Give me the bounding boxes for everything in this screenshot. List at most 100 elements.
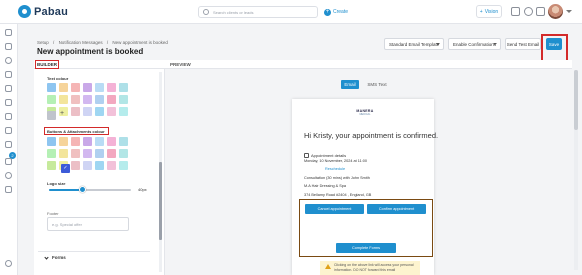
builder-section-label[interactable]: BUILDER <box>35 60 59 69</box>
cancel-appointment-button[interactable]: Cancel appointment <box>305 204 364 214</box>
button-colour-swatch[interactable] <box>83 161 92 170</box>
tab-email[interactable]: Email <box>341 80 359 89</box>
button-colour-swatch[interactable] <box>71 137 80 146</box>
text-colour-swatch[interactable] <box>119 95 128 104</box>
notification-bell-icon[interactable] <box>524 7 533 16</box>
button-colour-swatch[interactable] <box>47 137 56 146</box>
button-colour-swatch[interactable] <box>59 137 68 146</box>
button-colour-swatch[interactable] <box>95 149 104 158</box>
send-test-email-button[interactable]: Send Test Email <box>505 38 541 50</box>
template-select[interactable]: Standard Email Template <box>384 38 444 50</box>
text-colour-swatch[interactable] <box>47 83 56 92</box>
calendar-icon[interactable] <box>511 7 520 16</box>
selected-button-colour-swatch[interactable]: ✓ <box>61 164 70 173</box>
footer-label: Footer <box>47 211 59 216</box>
button-colour-swatch[interactable] <box>107 137 116 146</box>
finance-icon[interactable] <box>5 158 12 165</box>
breadcrumb-setup[interactable]: Setup <box>37 40 49 45</box>
staff-icon[interactable] <box>5 141 12 148</box>
create-button[interactable]: + Create <box>324 6 354 18</box>
tab-sms-text[interactable]: SMS Text <box>364 80 390 89</box>
button-colour-swatch[interactable] <box>95 161 104 170</box>
logo-mark-icon <box>18 5 31 18</box>
appointment-details-label: Appointment details <box>311 153 347 158</box>
warning-icon <box>325 264 331 269</box>
text-colour-selected-swatch[interactable] <box>47 111 56 120</box>
marketing-icon[interactable] <box>5 85 12 92</box>
inventory-icon[interactable] <box>5 113 12 120</box>
section-header-bar <box>34 60 572 69</box>
reschedule-link[interactable]: Reschedule <box>325 167 345 171</box>
consultation-line: Consultation (30 mins) with John Smith <box>304 176 370 180</box>
clients-icon[interactable] <box>5 57 12 64</box>
vision-button[interactable]: + Vision <box>476 5 502 18</box>
button-colour-swatch[interactable] <box>119 149 128 158</box>
left-navigation: 2 <box>0 24 18 275</box>
text-colour-swatch[interactable] <box>71 107 80 116</box>
complete-forms-button[interactable]: Complete Forms <box>336 243 396 253</box>
dashboard-icon[interactable] <box>5 29 12 36</box>
calendar-icon <box>304 153 309 158</box>
create-label: Create <box>333 9 349 15</box>
breadcrumb-notification-messages[interactable]: Notification Messages <box>59 40 103 45</box>
text-colour-swatch[interactable] <box>95 95 104 104</box>
reports-icon[interactable] <box>5 99 12 106</box>
forms-accordion[interactable]: Forms <box>38 251 150 261</box>
preview-section-label: PREVIEW <box>170 62 191 67</box>
preview-tabs: Email SMS Text <box>341 80 390 89</box>
text-colour-swatch[interactable] <box>95 83 104 92</box>
preview-scrollbar-thumb[interactable] <box>574 70 578 130</box>
message-icon[interactable] <box>536 7 545 16</box>
text-colour-swatch[interactable] <box>83 107 92 116</box>
button-colour-swatch[interactable] <box>71 149 80 158</box>
button-colour-swatch[interactable] <box>119 137 128 146</box>
logo-size-value: 40px <box>138 187 147 192</box>
button-colour-swatch[interactable] <box>83 149 92 158</box>
campaigns-icon[interactable] <box>5 127 12 134</box>
text-colour-swatch[interactable] <box>71 83 80 92</box>
text-colour-swatch[interactable] <box>47 95 56 104</box>
text-colour-swatch[interactable] <box>83 83 92 92</box>
button-colour-swatch[interactable] <box>47 161 56 170</box>
chevron-down-icon[interactable] <box>566 10 572 13</box>
confirmations-select[interactable]: Enable Confirmations <box>448 38 501 50</box>
help-icon[interactable] <box>5 260 12 267</box>
user-avatar[interactable] <box>548 4 563 19</box>
calendar-icon[interactable] <box>5 43 12 50</box>
text-colour-swatch[interactable] <box>107 95 116 104</box>
text-colour-swatch[interactable] <box>119 107 128 116</box>
button-colour-swatch[interactable] <box>47 149 56 158</box>
footer-input[interactable]: e.g. Special offer <box>47 217 129 231</box>
confirm-appointment-button[interactable]: Confirm appointment <box>367 204 426 214</box>
button-colour-swatch[interactable] <box>107 161 116 170</box>
button-colour-swatch[interactable] <box>119 161 128 170</box>
add-colour-button[interactable]: + <box>60 110 64 117</box>
button-colour-swatch[interactable] <box>83 137 92 146</box>
chevron-down-icon <box>436 43 440 45</box>
text-colour-swatch[interactable] <box>59 95 68 104</box>
button-colour-swatch[interactable] <box>95 137 104 146</box>
save-button[interactable]: Save <box>546 38 562 50</box>
settings-gear-icon[interactable] <box>5 172 12 179</box>
brand-subtitle: MEDICAL <box>359 113 371 116</box>
text-colour-swatch[interactable] <box>107 83 116 92</box>
button-colour-swatch[interactable] <box>59 149 68 158</box>
search-input[interactable]: Search clients or leads <box>198 6 318 18</box>
app-logo[interactable]: Pabau <box>18 5 68 18</box>
confirmations-select-value: Enable Confirmations <box>453 41 497 47</box>
text-colour-swatch[interactable] <box>95 107 104 116</box>
builder-scrollbar-thumb[interactable] <box>159 162 162 240</box>
tools-icon[interactable] <box>5 186 12 193</box>
email-greeting: Hi Kristy, your appointment is confirmed… <box>304 131 439 140</box>
leads-icon[interactable] <box>5 71 12 78</box>
text-colour-swatch[interactable] <box>83 95 92 104</box>
button-colour-swatch[interactable] <box>107 149 116 158</box>
plus-icon: + <box>479 8 483 15</box>
button-colour-swatch[interactable] <box>71 161 80 170</box>
chevron-down-icon <box>44 255 49 260</box>
text-colour-swatch[interactable] <box>119 83 128 92</box>
text-colour-swatch[interactable] <box>107 107 116 116</box>
text-colour-swatch[interactable] <box>71 95 80 104</box>
text-colour-swatch[interactable] <box>59 83 68 92</box>
logo-size-slider-handle[interactable] <box>79 186 86 193</box>
